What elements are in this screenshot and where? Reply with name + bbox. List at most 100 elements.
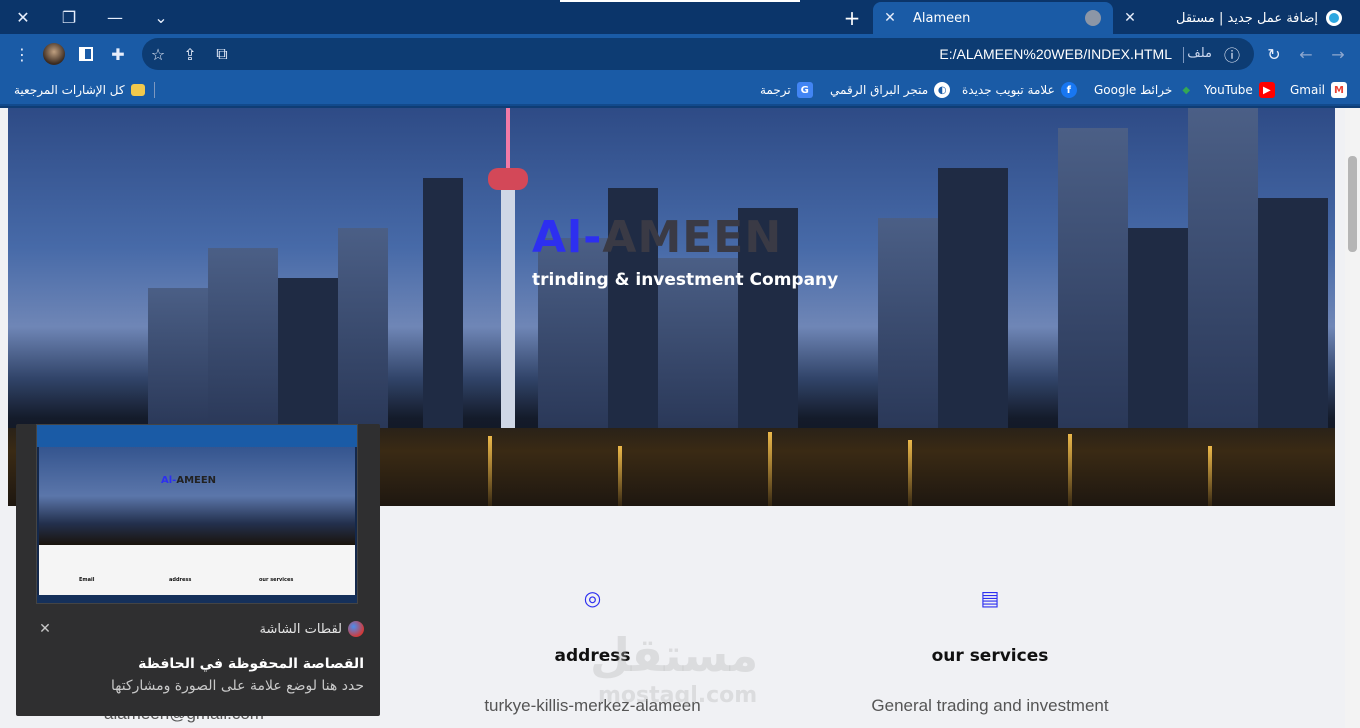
all-bookmarks-button[interactable]: كل الإشارات المرجعية bbox=[14, 80, 145, 100]
notification-app-name: لقطات الشاشة bbox=[259, 621, 342, 637]
extensions-button[interactable]: ✚ bbox=[104, 40, 132, 68]
tab-mostaql[interactable]: ✕ إضافة عمل جديد | مستقل bbox=[1117, 2, 1360, 34]
skyline-building bbox=[423, 178, 463, 428]
skyline-building bbox=[1058, 128, 1128, 428]
menu-button[interactable]: ⋮ bbox=[8, 40, 36, 68]
gmail-icon: M bbox=[1331, 82, 1348, 98]
bookmark-star-button[interactable]: ☆ bbox=[144, 40, 172, 68]
star-icon: ☆ bbox=[150, 44, 166, 64]
preview-taskbar bbox=[37, 595, 357, 603]
site-info-button[interactable]: ⓘ bbox=[1218, 40, 1246, 68]
tab-close-icon[interactable]: ✕ bbox=[1121, 9, 1139, 27]
preview-hero bbox=[39, 447, 355, 545]
browser-chrome: ✕ ❐ — ⌄ + ✕ Alameen ✕ إضافة عمل جديد | م… bbox=[0, 0, 1360, 108]
bookmark-youtube[interactable]: YouTube ▶ bbox=[1204, 80, 1275, 100]
skyline-building bbox=[1128, 228, 1188, 428]
preview-label: address bbox=[169, 577, 192, 583]
url-separator bbox=[1183, 47, 1184, 63]
bookmark-label: Gmail bbox=[1290, 83, 1326, 97]
url-text[interactable]: E:/ALAMEEN%20WEB/INDEX.HTML bbox=[939, 46, 1172, 62]
mostaql-favicon-icon bbox=[1326, 10, 1342, 26]
preview-label: Email bbox=[79, 577, 95, 583]
tab-close-icon[interactable]: ✕ bbox=[881, 9, 899, 27]
preview-title: Al-AMEEN bbox=[161, 475, 216, 486]
close-window-button[interactable]: ✕ bbox=[0, 0, 46, 34]
avatar-icon bbox=[43, 43, 65, 65]
tab-alameen[interactable]: ✕ Alameen bbox=[873, 2, 1113, 34]
cn-tower-pod bbox=[488, 168, 528, 190]
translate-icon: ⧉ bbox=[216, 44, 228, 63]
reload-icon: ↻ bbox=[1267, 44, 1281, 64]
watermark-url: mostaql.com bbox=[598, 683, 758, 708]
tab-title: Alameen bbox=[913, 10, 971, 26]
restore-icon: ❐ bbox=[61, 7, 77, 27]
hero-title-prefix: Al- bbox=[532, 212, 603, 263]
screenshot-notification[interactable]: Al-AMEEN Email address our services ✕ لق… bbox=[16, 424, 380, 716]
minimize-window-button[interactable]: — bbox=[92, 0, 138, 34]
side-panel-button[interactable] bbox=[72, 40, 100, 68]
arrow-forward-icon: → bbox=[1331, 44, 1345, 64]
light-reflection bbox=[618, 446, 622, 506]
restore-window-button[interactable]: ❐ bbox=[46, 0, 92, 34]
reload-button[interactable]: ↻ bbox=[1260, 40, 1288, 68]
watermark-text: مستقل bbox=[590, 628, 759, 682]
close-icon: ✕ bbox=[39, 621, 51, 637]
bookmark-maps[interactable]: Google خرائط ◆ bbox=[1094, 80, 1194, 100]
skyline-building bbox=[1258, 198, 1328, 428]
profile-avatar[interactable] bbox=[40, 40, 68, 68]
close-icon: ✕ bbox=[16, 7, 30, 27]
scrollbar-thumb[interactable] bbox=[1348, 156, 1357, 252]
info-icon: ⓘ bbox=[1223, 46, 1240, 65]
skyline-building bbox=[538, 238, 608, 428]
bookmark-label: علامة تبويب جديدة bbox=[962, 83, 1055, 97]
notification-close-button[interactable]: ✕ bbox=[38, 621, 52, 637]
bookmarks-bar: كل الإشارات المرجعية ترجمة G متجر البراق… bbox=[0, 74, 1360, 106]
light-reflection bbox=[1208, 446, 1212, 506]
location-pin-icon: ◎ bbox=[583, 586, 602, 610]
services-heading: our services bbox=[931, 646, 1049, 666]
all-bookmarks-label: كل الإشارات المرجعية bbox=[14, 83, 125, 97]
address-bar[interactable]: ☆ ⇪ ⧉ E:/ALAMEEN%20WEB/INDEX.HTML ملف ⓘ bbox=[142, 38, 1254, 70]
tab-search-button[interactable]: ⌄ bbox=[138, 0, 184, 34]
plus-icon: + bbox=[843, 6, 861, 30]
youtube-icon: ▶ bbox=[1258, 82, 1275, 98]
bookmark-label: متجر البراق الرقمي bbox=[830, 83, 929, 97]
chevron-down-icon: ⌄ bbox=[154, 7, 168, 27]
skyline-building bbox=[878, 218, 938, 428]
light-reflection bbox=[488, 436, 492, 506]
services-card: ▤ our services General trading and inves… bbox=[840, 586, 1140, 716]
hero-title: Al-AMEEN bbox=[532, 212, 782, 263]
bookmark-label: YouTube bbox=[1204, 83, 1253, 97]
screenshot-preview[interactable]: Al-AMEEN Email address our services bbox=[36, 424, 358, 604]
notification-body: حدد هنا لوضع علامة على الصورة ومشاركتها bbox=[110, 678, 364, 694]
maps-pin-icon: ◆ bbox=[1182, 84, 1191, 96]
minimize-icon: — bbox=[107, 7, 123, 27]
back-button[interactable]: ← bbox=[1292, 40, 1320, 68]
new-tab-button[interactable]: + bbox=[840, 6, 864, 30]
bookmark-new-tab[interactable]: علامة تبويب جديدة f bbox=[962, 80, 1077, 100]
light-reflection bbox=[908, 440, 912, 506]
translate-icon: G bbox=[796, 82, 813, 98]
page-scrollbar[interactable] bbox=[1345, 108, 1360, 728]
tab-strip-indicator bbox=[560, 0, 800, 2]
hero-title-name: AMEEN bbox=[602, 212, 783, 263]
translate-page-button[interactable]: ⧉ bbox=[208, 40, 236, 68]
share-icon: ⇪ bbox=[183, 44, 197, 64]
preview-chrome bbox=[37, 425, 357, 447]
file-scheme-label: ملف bbox=[1187, 46, 1212, 61]
folder-icon bbox=[130, 84, 145, 96]
skyline-building bbox=[278, 278, 338, 428]
cn-tower-stem bbox=[501, 168, 515, 428]
forward-button[interactable]: → bbox=[1324, 40, 1352, 68]
bookmark-gmail[interactable]: Gmail M bbox=[1290, 80, 1348, 100]
preview-title-name: AMEEN bbox=[176, 475, 217, 486]
facebook-icon: f bbox=[1060, 82, 1077, 98]
share-button[interactable]: ⇪ bbox=[176, 40, 204, 68]
bookmark-translate[interactable]: ترجمة G bbox=[760, 80, 813, 100]
bookmark-store[interactable]: متجر البراق الرقمي ◐ bbox=[830, 80, 951, 100]
services-text: General trading and investment bbox=[871, 696, 1109, 715]
globe-favicon-icon bbox=[1085, 10, 1101, 26]
more-vert-icon: ⋮ bbox=[14, 44, 30, 64]
skyline-building bbox=[148, 288, 208, 428]
preview-label: our services bbox=[259, 577, 294, 583]
